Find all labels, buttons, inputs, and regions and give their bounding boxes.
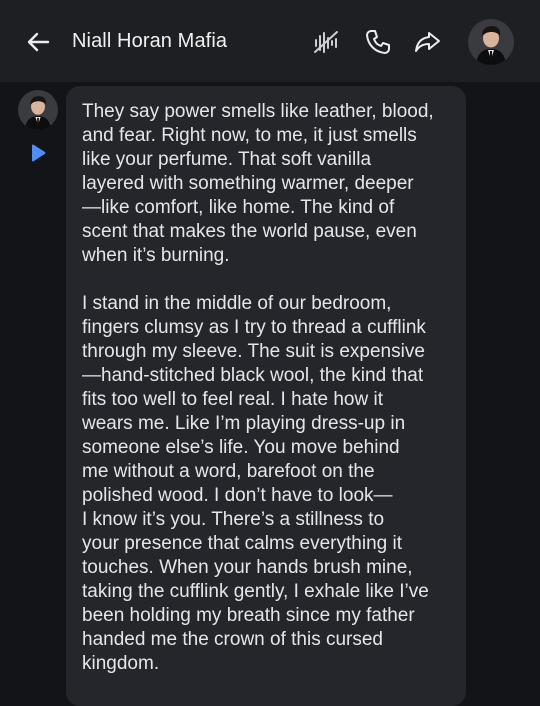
message-text: They say power smells like leather, bloo… (82, 101, 434, 674)
sender-avatar[interactable] (18, 90, 58, 130)
chat-title[interactable]: Niall Horan Mafia (72, 30, 227, 53)
arrow-left-icon (27, 32, 50, 52)
voice-message-button[interactable] (310, 26, 342, 58)
avatar-image (18, 90, 58, 130)
phone-icon (366, 30, 390, 54)
share-icon (415, 32, 440, 52)
back-button[interactable] (22, 26, 54, 58)
share-button[interactable] (412, 26, 444, 58)
call-button[interactable] (362, 26, 394, 58)
play-button[interactable] (28, 143, 48, 163)
voice-message-icon (314, 31, 338, 53)
play-icon (32, 144, 46, 162)
top-bar: Niall Horan Mafia (0, 0, 540, 82)
profile-avatar[interactable] (468, 19, 514, 65)
avatar-image (468, 19, 514, 65)
